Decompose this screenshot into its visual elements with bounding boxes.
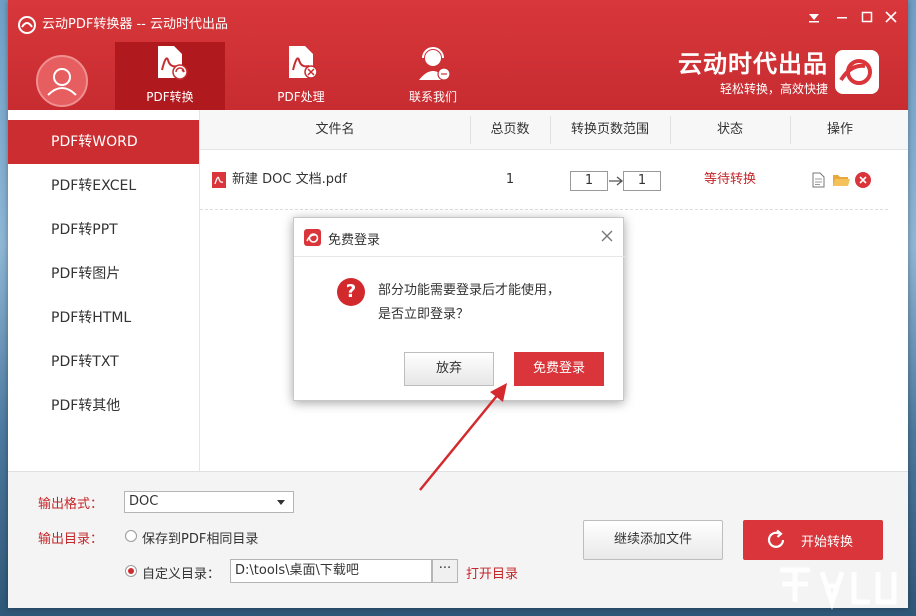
refresh-icon (765, 529, 787, 551)
brand-name: 云动时代出品 (673, 50, 828, 78)
dialog-message: 部分功能需要登录后才能使用， 是否立即登录？ (378, 279, 560, 327)
sidebar: PDF转WORD PDF转EXCEL PDF转PPT PDF转图片 PDF转HT… (8, 110, 200, 471)
login-dialog: 免费登录 ? 部分功能需要登录后才能使用， 是否立即登录？ 放弃 免费登录 (293, 217, 624, 401)
pdf-convert-icon (150, 44, 190, 82)
minimize-icon[interactable] (831, 10, 853, 28)
document-icon[interactable] (812, 172, 825, 188)
sidebar-item-pdf-to-word[interactable]: PDF转WORD (8, 120, 199, 164)
sidebar-item-pdf-to-ppt[interactable]: PDF转PPT (8, 208, 199, 252)
dialog-message-line1: 部分功能需要登录后才能使用， (378, 279, 560, 303)
tab-pdf-process[interactable]: PDF处理 (246, 42, 356, 110)
brand-logo-icon (835, 50, 879, 94)
add-files-button[interactable]: 继续添加文件 (583, 520, 723, 560)
header-status: 状态 (670, 110, 790, 150)
file-pages: 1 (470, 150, 550, 210)
radio-custom-dir-label[interactable]: 自定义目录： (142, 563, 220, 582)
avatar[interactable] (36, 55, 88, 107)
browse-button[interactable]: ··· (432, 559, 458, 583)
tab-label: PDF转换 (115, 88, 225, 105)
dropdown-menu-icon[interactable] (803, 10, 825, 28)
sidebar-item-pdf-to-other[interactable]: PDF转其他 (8, 384, 199, 428)
radio-custom-dir[interactable] (125, 565, 137, 577)
dialog-divider (294, 256, 625, 257)
format-label: 输出格式： (38, 493, 103, 512)
window-title: 云动PDF转换器 -- 云动时代出品 (42, 16, 228, 34)
tab-pdf-convert[interactable]: PDF转换 (115, 42, 225, 110)
header-filename: 文件名 (200, 110, 470, 150)
header-pages: 总页数 (470, 110, 550, 150)
pdf-file-icon (212, 172, 226, 188)
sidebar-item-pdf-to-html[interactable]: PDF转HTML (8, 296, 199, 340)
format-select[interactable]: DOC (124, 491, 294, 513)
maximize-icon[interactable] (856, 10, 878, 28)
open-dir-link[interactable]: 打开目录 (466, 563, 518, 582)
tab-label: 联系我们 (378, 88, 488, 105)
arrow-right-icon (608, 176, 624, 186)
close-icon[interactable] (598, 227, 616, 245)
watermark-logo-icon (770, 560, 910, 610)
app-logo-icon (304, 229, 321, 246)
cancel-button[interactable]: 放弃 (404, 352, 494, 386)
pdf-process-icon (281, 44, 321, 82)
question-icon: ? (337, 278, 365, 306)
user-icon (38, 57, 86, 105)
header: 云动PDF转换器 -- 云动时代出品 PDF转换 (8, 0, 908, 110)
free-login-button[interactable]: 免费登录 (514, 352, 604, 386)
output-path-input[interactable]: D:\tools\桌面\下载吧 (230, 559, 432, 583)
sidebar-item-pdf-to-excel[interactable]: PDF转EXCEL (8, 164, 199, 208)
start-convert-button[interactable]: 开始转换 (743, 520, 883, 560)
sidebar-item-pdf-to-txt[interactable]: PDF转TXT (8, 340, 199, 384)
radio-same-dir-label[interactable]: 保存到PDF相同目录 (142, 528, 258, 547)
sidebar-item-pdf-to-image[interactable]: PDF转图片 (8, 252, 199, 296)
app-window: 云动PDF转换器 -- 云动时代出品 PDF转换 (8, 0, 908, 608)
range-from-input[interactable]: 1 (570, 171, 608, 191)
header-range: 转换页数范围 (550, 110, 670, 150)
status-badge: 等待转换 (670, 150, 790, 210)
close-window-icon[interactable] (880, 10, 902, 28)
app-logo-icon (18, 16, 36, 34)
file-name: 新建 DOC 文档.pdf (232, 150, 347, 210)
start-convert-label: 开始转换 (801, 531, 853, 550)
header-actions: 操作 (790, 110, 890, 150)
radio-same-dir[interactable] (125, 530, 137, 542)
customer-service-icon (413, 44, 453, 82)
delete-icon[interactable] (855, 172, 871, 188)
range-to-input[interactable]: 1 (623, 171, 661, 191)
dialog-title: 免费登录 (328, 229, 380, 248)
tab-contact-us[interactable]: 联系我们 (378, 42, 488, 110)
brand-tagline: 轻松转换，高效快捷 (673, 80, 828, 97)
tab-label: PDF处理 (246, 88, 356, 105)
brand: 云动时代出品 轻松转换，高效快捷 (673, 50, 828, 97)
dialog-message-line2: 是否立即登录？ (378, 303, 560, 327)
table-row[interactable]: 新建 DOC 文档.pdf 1 1 1 等待转换 (200, 150, 888, 210)
format-value: DOC (129, 494, 158, 509)
chevron-down-icon (277, 500, 285, 505)
folder-icon[interactable] (832, 173, 850, 187)
table-header: 文件名 总页数 转换页数范围 状态 操作 (200, 110, 908, 150)
dir-label: 输出目录： (38, 528, 103, 547)
